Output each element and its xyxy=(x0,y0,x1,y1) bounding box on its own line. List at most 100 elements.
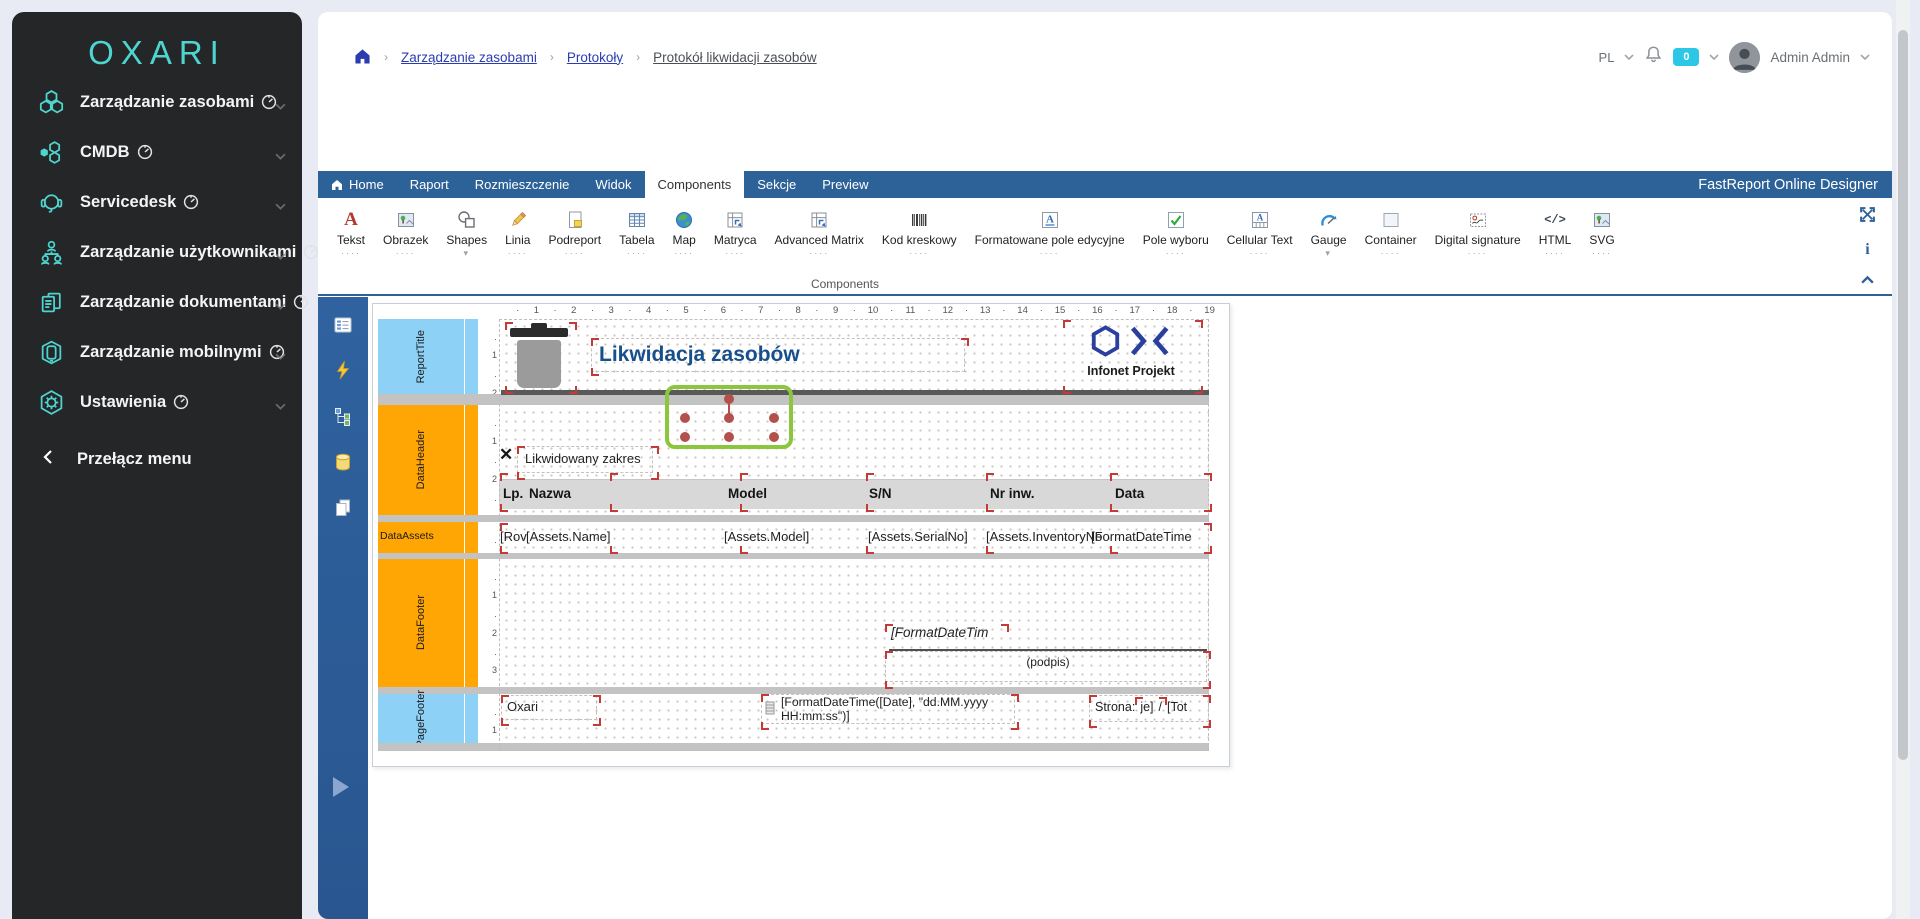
drag-handle-dots[interactable]: ···· xyxy=(1365,247,1417,259)
sidebar-item-zarz-dzanie-mobilnymi[interactable]: Zarządzanie mobilnymi xyxy=(12,327,302,377)
chevron-down-icon[interactable]: ▾ xyxy=(446,247,487,259)
selection-handle-dot[interactable] xyxy=(724,432,734,442)
drag-handle-dots[interactable]: ···· xyxy=(337,247,365,259)
band-label-reporttitle[interactable]: ReportTitle xyxy=(378,319,464,394)
data-field-expression[interactable]: [Assets.Model] xyxy=(724,527,809,547)
table-header-cell[interactable]: S/N xyxy=(869,479,892,509)
report-title-object[interactable]: Likwidacja zasobów xyxy=(599,343,800,367)
sidebar-item-servicedesk[interactable]: Servicedesk xyxy=(12,177,302,227)
component-cellular-text[interactable]: ACellular Text···· xyxy=(1218,208,1302,259)
data-sources-icon[interactable] xyxy=(332,451,354,473)
chevron-down-icon[interactable]: ▾ xyxy=(1311,247,1347,259)
band-page-dataassets[interactable]: [Rov[Assets.Name][Assets.Model][Assets.S… xyxy=(499,522,1209,553)
drag-handle-dots[interactable]: ···· xyxy=(1227,247,1293,259)
info-icon[interactable]: i xyxy=(1865,243,1869,257)
component-tekst[interactable]: ATekst···· xyxy=(328,208,374,259)
collapse-toolbar-icon[interactable] xyxy=(1860,272,1875,290)
company-logo-object[interactable]: Infonet Projekt xyxy=(1065,321,1197,389)
report-canvas[interactable]: ·1·2·3·4·5·6·7·8·9·10·11·12·13·14·15·16·… xyxy=(372,303,1230,767)
band-label-pagefooter[interactable]: PageFooter xyxy=(378,694,464,743)
component-matryca[interactable]: Matryca···· xyxy=(705,208,766,259)
tab-sekcje[interactable]: Sekcje xyxy=(744,171,809,198)
fullscreen-icon[interactable] xyxy=(1859,206,1876,228)
events-panel-icon[interactable] xyxy=(332,359,354,381)
properties-panel-icon[interactable] xyxy=(332,314,354,336)
copy-panel-icon[interactable] xyxy=(332,497,354,519)
component-shapes[interactable]: Shapes▾ xyxy=(437,208,496,259)
component-container[interactable]: Container···· xyxy=(1356,208,1426,259)
component-html[interactable]: </>HTML···· xyxy=(1530,208,1581,259)
component-gauge[interactable]: Gauge▾ xyxy=(1302,208,1356,259)
drag-handle-dots[interactable]: ···· xyxy=(1435,247,1521,259)
drag-handle-dots[interactable]: ···· xyxy=(1589,247,1614,259)
pagefooter-datetime-object[interactable]: [FormatDateTime([Date], "dd.MM.yyyy HH:m… xyxy=(763,694,1015,724)
component-obrazek[interactable]: Obrazek···· xyxy=(374,208,437,259)
breadcrumb-link-protok-likwidacji-zasob-w[interactable]: Protokół likwidacji zasobów xyxy=(653,50,817,65)
tab-raport[interactable]: Raport xyxy=(397,171,462,198)
trash-image-object[interactable] xyxy=(507,323,571,389)
breadcrumb-link-protoko-y[interactable]: Protokoły xyxy=(567,50,623,65)
report-tree-icon[interactable] xyxy=(332,405,354,427)
signature-label[interactable]: (podpis) xyxy=(887,655,1209,669)
band-page-datafooter[interactable]: [FormatDateTim (podpis) xyxy=(499,559,1209,687)
run-preview-icon[interactable] xyxy=(333,777,349,797)
component-map[interactable]: Map···· xyxy=(664,208,705,259)
tab-components[interactable]: Components xyxy=(645,171,745,198)
avatar[interactable] xyxy=(1729,42,1760,73)
sidebar-item-ustawienia[interactable]: Ustawienia xyxy=(12,377,302,427)
band-label-datafooter[interactable]: DataFooter xyxy=(378,559,464,687)
data-field-expression[interactable]: [Assets.SerialNo] xyxy=(868,527,968,547)
tab-rozmieszczenie[interactable]: Rozmieszczenie xyxy=(462,171,583,198)
sidebar-item-zarz-dzanie-dokumentami[interactable]: Zarządzanie dokumentami xyxy=(12,277,302,327)
home-icon[interactable] xyxy=(354,48,371,67)
component-svg[interactable]: SVG···· xyxy=(1580,208,1623,259)
pagefooter-company-object[interactable]: Oxari xyxy=(507,699,538,714)
drag-handle-dots[interactable]: ···· xyxy=(383,247,428,259)
sidebar-item-cmdb[interactable]: CMDB xyxy=(12,127,302,177)
chevron-down-icon[interactable] xyxy=(1860,54,1870,61)
component-formatowane-pole-edycyjne[interactable]: AFormatowane pole edycyjne···· xyxy=(966,208,1134,259)
report-divider-line-object[interactable] xyxy=(501,390,1209,395)
component-digital-signature[interactable]: Digital signature···· xyxy=(1426,208,1530,259)
table-header-cell[interactable]: Model xyxy=(728,479,767,509)
selection-handle-dot[interactable] xyxy=(769,413,779,423)
footer-date-expression[interactable]: [FormatDateTim xyxy=(891,625,988,640)
drag-handle-dots[interactable]: ···· xyxy=(975,247,1125,259)
drag-handle-dots[interactable]: ···· xyxy=(1539,247,1572,259)
signature-line[interactable] xyxy=(889,649,1207,651)
component-kod-kreskowy[interactable]: Kod kreskowy···· xyxy=(873,208,966,259)
drag-handle-dots[interactable]: ···· xyxy=(882,247,957,259)
drag-handle-dots[interactable]: ···· xyxy=(673,247,696,259)
chevron-down-icon[interactable] xyxy=(1709,54,1719,61)
band-page-dataheader[interactable]: ✕ Likwidowany zakres Lp.NazwaModelS/NNr … xyxy=(499,405,1209,515)
bell-icon[interactable] xyxy=(1644,45,1663,69)
selection-handle-dot[interactable] xyxy=(680,432,690,442)
tab-widok[interactable]: Widok xyxy=(582,171,644,198)
selection-handle-dot[interactable] xyxy=(680,413,690,423)
selection-handle-dot[interactable] xyxy=(769,432,779,442)
sidebar-toggle-menu[interactable]: Przełącz menu xyxy=(12,437,302,481)
table-header-cell[interactable]: Nr inw. xyxy=(990,479,1035,509)
band-label-dataheader[interactable]: DataHeader xyxy=(378,405,464,515)
table-header-row[interactable] xyxy=(499,479,1209,509)
language-selector[interactable]: PL xyxy=(1599,50,1615,65)
notification-badge[interactable]: 0 xyxy=(1673,48,1699,66)
sidebar-item-zarz-dzanie-zasobami[interactable]: Zarządzanie zasobami xyxy=(12,77,302,127)
band-label-dataassets[interactable]: DataAssets xyxy=(378,522,464,553)
pagefooter-page-number-object[interactable]: Strona:je]/[Tot xyxy=(1095,700,1187,714)
drag-handle-dots[interactable]: ···· xyxy=(1143,247,1209,259)
drag-handle-dots[interactable]: ···· xyxy=(775,247,864,259)
drag-handle-dots[interactable]: ···· xyxy=(619,247,654,259)
component-tabela[interactable]: Tabela···· xyxy=(610,208,663,259)
drag-handle-dots[interactable]: ···· xyxy=(714,247,757,259)
component-advanced-matrix[interactable]: Advanced Matrix···· xyxy=(766,208,873,259)
chevron-down-icon[interactable] xyxy=(1624,54,1634,61)
data-field-expression[interactable]: [Assets.Name] xyxy=(526,527,611,547)
component-pole-wyboru[interactable]: Pole wyboru···· xyxy=(1134,208,1218,259)
drag-handle-dots[interactable]: ···· xyxy=(548,247,601,259)
data-field-expression[interactable]: [Assets.InventoryNo xyxy=(986,527,1102,547)
data-field-expression[interactable]: [FormatDateTime xyxy=(1091,527,1192,547)
section-label-object[interactable]: Likwidowany zakres xyxy=(525,451,641,466)
table-header-cell[interactable]: Lp. xyxy=(503,479,523,509)
component-linia[interactable]: Linia···· xyxy=(496,208,539,259)
